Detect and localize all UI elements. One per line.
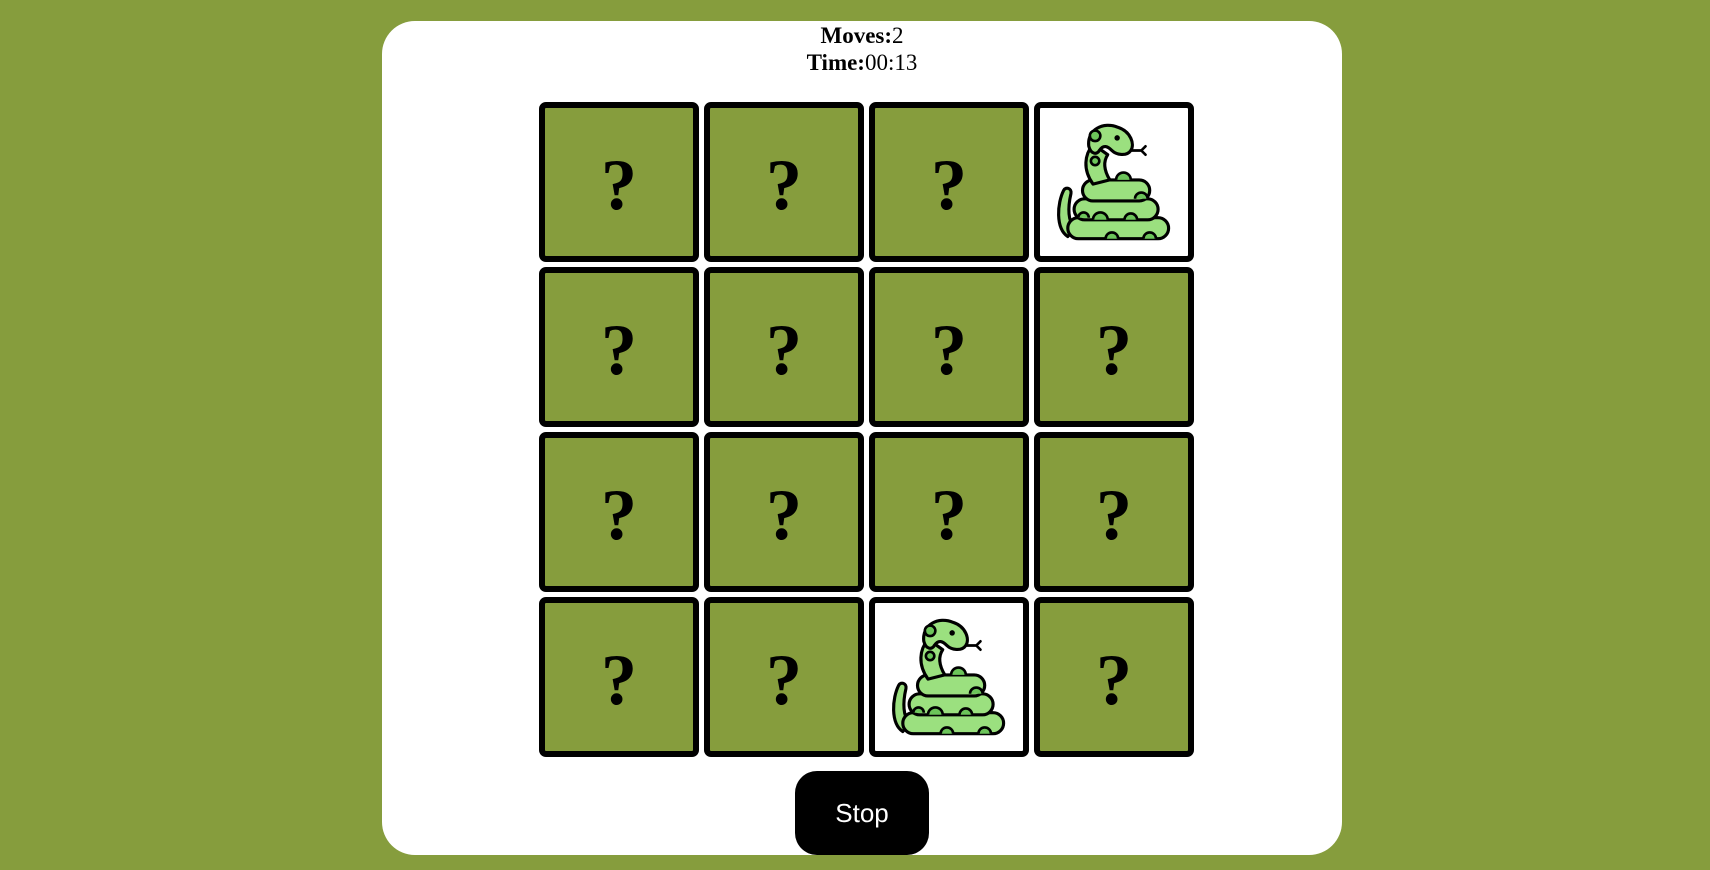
card-question-mark: ?: [601, 475, 637, 555]
card-question-mark: ?: [766, 475, 802, 555]
memory-card[interactable]: ?: [539, 102, 699, 262]
memory-card[interactable]: ?: [1034, 597, 1194, 757]
moves-value: 2: [892, 23, 904, 48]
memory-card[interactable]: ?: [1034, 267, 1194, 427]
time-label: Time:: [806, 50, 865, 75]
card-question-mark: ?: [1096, 310, 1132, 390]
card-question-mark: ?: [931, 145, 967, 225]
card-question-mark: ?: [601, 310, 637, 390]
memory-card[interactable]: ?: [704, 267, 864, 427]
memory-card[interactable]: ?: [1034, 432, 1194, 592]
card-question-mark: ?: [766, 310, 802, 390]
card-question-mark: ?: [601, 145, 637, 225]
card-question-mark: ?: [931, 310, 967, 390]
stop-button[interactable]: Stop: [795, 771, 929, 855]
card-question-mark: ?: [931, 475, 967, 555]
moves-counter: Moves:2: [382, 22, 1342, 49]
memory-card[interactable]: ?: [869, 102, 1029, 262]
memory-card[interactable]: ?: [539, 597, 699, 757]
card-question-mark: ?: [766, 145, 802, 225]
memory-card[interactable]: [1034, 102, 1194, 262]
memory-card[interactable]: [869, 597, 1029, 757]
card-question-mark: ?: [601, 640, 637, 720]
game-panel: Moves:2 Time:00:13 ??? ?????????? ? Stop: [382, 21, 1342, 855]
snake-icon: [1057, 123, 1171, 241]
memory-card[interactable]: ?: [869, 432, 1029, 592]
card-question-mark: ?: [1096, 475, 1132, 555]
snake-icon: [892, 618, 1006, 736]
moves-label: Moves:: [820, 23, 893, 48]
card-grid: ??? ?????????? ?: [539, 102, 1194, 757]
card-question-mark: ?: [766, 640, 802, 720]
memory-card[interactable]: ?: [704, 102, 864, 262]
memory-card[interactable]: ?: [539, 432, 699, 592]
memory-card[interactable]: ?: [869, 267, 1029, 427]
card-question-mark: ?: [1096, 640, 1132, 720]
timer: Time:00:13: [382, 49, 1342, 76]
memory-card[interactable]: ?: [704, 432, 864, 592]
time-value: 00:13: [864, 50, 918, 75]
memory-card[interactable]: ?: [539, 267, 699, 427]
memory-card[interactable]: ?: [704, 597, 864, 757]
stats-area: Moves:2 Time:00:13: [382, 21, 1342, 76]
